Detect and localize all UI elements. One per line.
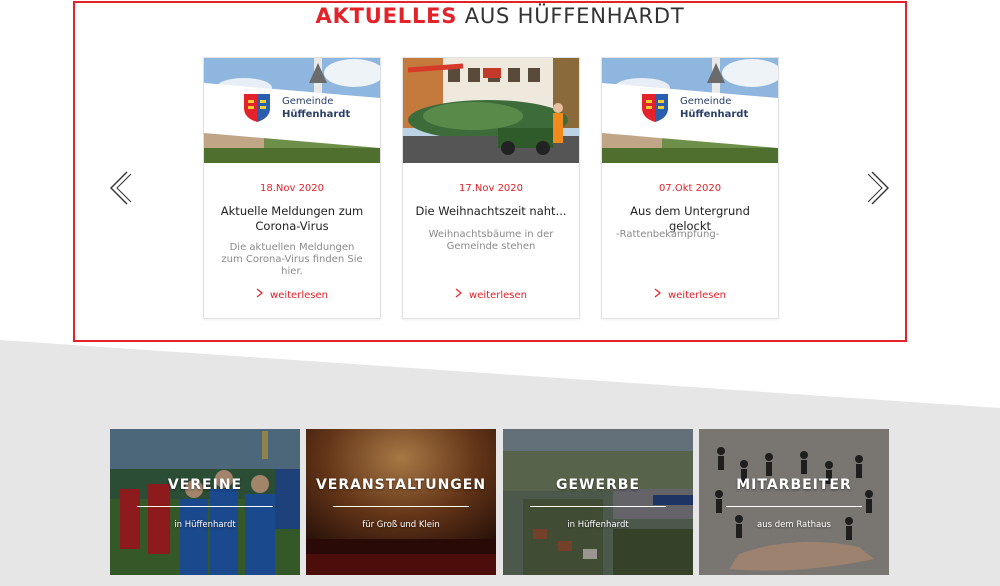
tile-veranstaltungen[interactable]: VERANSTALTUNGEN für Groß und Klein (306, 429, 496, 575)
read-more-link[interactable]: weiterlesen (602, 288, 778, 301)
section-title-accent: AKTUELLES (315, 4, 458, 28)
tile-mitarbeiter[interactable]: MITARBEITER aus dem Rathaus (699, 429, 889, 575)
section-title: AKTUELLES AUS HÜFFENHARDT (0, 4, 1000, 28)
news-card-image (403, 58, 579, 163)
tile-divider (530, 506, 666, 507)
chevron-right-icon (654, 288, 662, 301)
carousel-prev-button[interactable] (107, 170, 133, 206)
read-more-link[interactable]: weiterlesen (403, 288, 579, 301)
news-card-image: Gemeinde Hüffenhardt (602, 58, 778, 163)
news-card-description: -Rattenbekämpfung- (616, 229, 720, 240)
tile-title: VEREINE (167, 477, 243, 493)
chevron-left-icon (110, 171, 132, 205)
logo-text-line1: Gemeinde (680, 96, 732, 107)
tile-divider (726, 506, 862, 507)
read-more-link[interactable]: weiterlesen (204, 288, 380, 301)
tile-gewerbe[interactable]: GEWERBE in Hüffenhardt (503, 429, 693, 575)
news-card-date: 17.Nov 2020 (458, 183, 524, 194)
tile-overlay (110, 429, 300, 575)
news-card-title: Die Weihnachtszeit naht... (415, 204, 567, 218)
news-card-date: 18.Nov 2020 (259, 183, 325, 194)
news-card[interactable]: Gemeinde Hüffenhardt 07.Okt 2020 Aus dem… (601, 57, 779, 319)
read-more-label: weiterlesen (270, 290, 328, 301)
tile-overlay (699, 429, 889, 575)
chevron-right-icon (256, 288, 264, 301)
chevron-right-icon (455, 288, 463, 301)
tile-subtitle: aus dem Rathaus (756, 520, 831, 530)
news-card-image: Gemeinde Hüffenhardt (204, 58, 380, 163)
tile-title: MITARBEITER (736, 477, 852, 493)
tile-subtitle: für Groß und Klein (362, 520, 440, 530)
logo-text-line1: Gemeinde (282, 96, 334, 107)
section-title-rest: AUS HÜFFENHARDT (464, 4, 685, 28)
tile-subtitle: in Hüffenhardt (567, 520, 629, 530)
news-card[interactable]: Gemeinde Hüffenhardt 18.Nov 2020 Aktuell… (203, 57, 381, 319)
tile-overlay (306, 429, 496, 575)
chevron-right-icon (867, 171, 889, 205)
logo-text-line2: Hüffenhardt (282, 109, 351, 120)
carousel-next-button[interactable] (866, 170, 892, 206)
tile-divider (333, 506, 469, 507)
news-card-date: 07.Okt 2020 (658, 183, 722, 194)
news-card-description: Die aktuellen Meldungen zum Corona-Virus… (221, 242, 363, 277)
news-card-title: Aktuelle Meldungen zum Corona-Virus (220, 204, 364, 233)
news-card[interactable]: 17.Nov 2020 Die Weihnachtszeit naht... W… (402, 57, 580, 319)
tile-vereine[interactable]: VEREINE in Hüffenhardt (110, 429, 300, 575)
tile-title: VERANSTALTUNGEN (315, 477, 487, 493)
tile-title: GEWERBE (555, 477, 641, 493)
tile-overlay (503, 429, 693, 575)
logo-text-line2: Hüffenhardt (680, 109, 749, 120)
read-more-label: weiterlesen (469, 290, 527, 301)
read-more-label: weiterlesen (668, 290, 726, 301)
news-card-description: Weihnachtsbäume in der Gemeinde stehen (428, 229, 554, 252)
tile-divider (137, 506, 273, 507)
tile-subtitle: in Hüffenhardt (174, 520, 236, 530)
